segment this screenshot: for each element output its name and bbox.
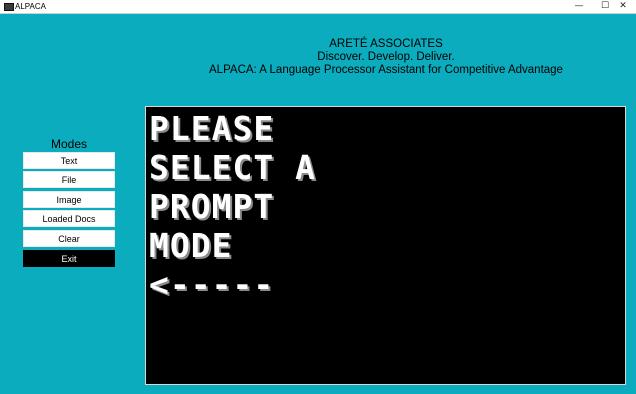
product-title: ALPACA: A Language Processor Assistant f…: [209, 64, 563, 76]
image-mode-button[interactable]: Image: [23, 191, 115, 208]
company-name: ARETÉ ASSOCIATES: [329, 38, 443, 50]
title-bar: ALPACA — ☐ ✕: [0, 0, 636, 14]
close-button[interactable]: ✕: [610, 0, 636, 13]
output-console[interactable]: PLEASE SELECT A PROMPT MODE <-----: [145, 106, 626, 385]
text-mode-button[interactable]: Text: [23, 152, 115, 169]
clear-button[interactable]: Clear: [23, 230, 115, 247]
company-tagline: Discover. Develop. Deliver.: [317, 51, 455, 63]
console-arrow: <-----: [149, 265, 275, 304]
loaded-docs-button[interactable]: Loaded Docs: [23, 210, 115, 227]
console-line: PLEASE: [149, 109, 275, 148]
exit-button[interactable]: Exit: [23, 250, 115, 267]
console-line: SELECT A: [149, 148, 316, 187]
app-header: ARETÉ ASSOCIATES Discover. Develop. Deli…: [150, 38, 622, 77]
file-mode-button[interactable]: File: [23, 171, 115, 188]
console-line: PROMPT: [149, 187, 275, 226]
console-line: MODE: [149, 226, 233, 265]
app-icon: [4, 3, 14, 11]
window-title: ALPACA: [15, 2, 46, 11]
minimize-button[interactable]: —: [566, 0, 592, 13]
modes-title: Modes: [50, 137, 88, 151]
